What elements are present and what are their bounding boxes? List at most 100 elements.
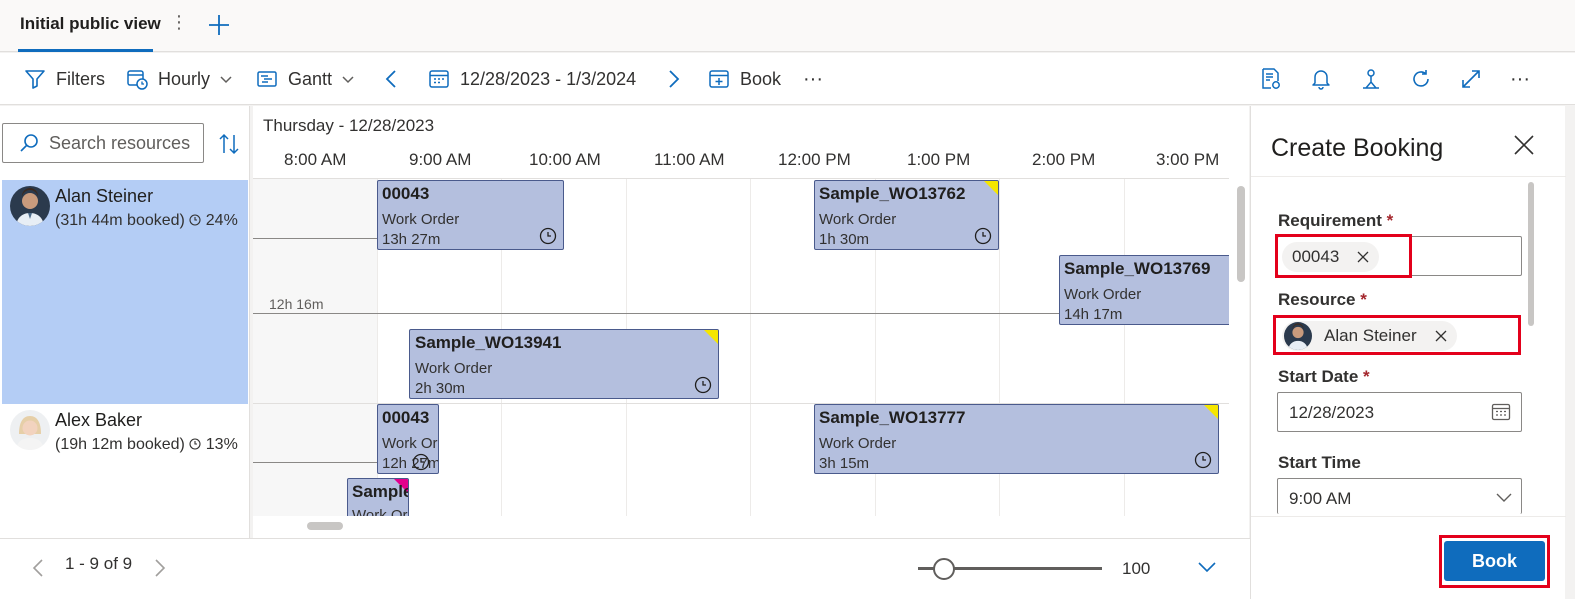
date-range-label: 12/28/2023 - 1/3/2024 [460, 68, 637, 89]
hour-label: 1:00 PM [907, 150, 971, 169]
search-resources-input[interactable]: Search resources [2, 123, 204, 163]
booked-hours: (31h 44m booked) [55, 212, 185, 229]
add-icon[interactable] [206, 12, 232, 38]
scale-dropdown[interactable]: Hourly [126, 53, 244, 105]
gantt-horizontal-scrollbar[interactable] [307, 522, 343, 530]
booking-bar[interactable]: Sample_WO13777 Work Order 3h 15m [814, 404, 1219, 474]
booking-bar[interactable]: 00043 Work Order 13h 27m [377, 180, 564, 250]
booking-duration: 1h 30m [819, 231, 870, 248]
close-icon[interactable] [1513, 134, 1535, 156]
hour-label: 10:00 AM [529, 150, 601, 169]
view-tab-bar: Initial public view ⋮ [0, 0, 1575, 52]
booking-bar[interactable]: Sample Work Or [347, 478, 409, 516]
travel-line [253, 313, 1059, 314]
gantt-vertical-scrollbar[interactable] [1237, 186, 1245, 282]
booking-duration: 14h 17m [1064, 306, 1123, 323]
utilization-percent: 13% [205, 436, 238, 453]
next-range-button[interactable] [664, 53, 692, 105]
requirement-highlight [1275, 234, 1412, 278]
priority-corner-flag [1204, 405, 1218, 419]
start-date-field[interactable]: 12/28/2023 [1277, 392, 1522, 432]
start-time-field[interactable]: 9:00 AM [1277, 478, 1522, 514]
resource-name: Alex Baker [55, 410, 143, 430]
more-icon[interactable]: ··· [1510, 53, 1530, 105]
search-icon [20, 134, 38, 152]
hour-label: 11:00 AM [654, 150, 725, 169]
booking-title: Sample_WO13941 [415, 333, 562, 352]
book-toolbar-label: Book [740, 68, 782, 89]
clock-icon [412, 453, 430, 471]
toolbar: Filters Hourly Gantt 12/28/2023 - 1/3/20… [0, 53, 1575, 105]
sort-icon[interactable] [218, 132, 240, 156]
hour-label: 12:00 PM [778, 150, 851, 169]
booking-bar[interactable]: Sample_WO13769 Work Order 14h 17m [1059, 255, 1229, 325]
book-highlight [1439, 535, 1550, 588]
resource-row-alan-steiner[interactable]: Alan Steiner (31h 44m booked) 24% [2, 180, 248, 404]
resource-highlight [1273, 315, 1521, 355]
hour-label: 8:00 AM [284, 150, 347, 169]
book-add-icon [709, 70, 729, 88]
booking-bar[interactable]: 00043 Work Order 12h 27m [377, 404, 439, 474]
booking-title: Sample_WO13777 [819, 408, 966, 427]
bell-icon[interactable] [1310, 53, 1342, 105]
avatar [10, 186, 50, 226]
chevron-down-icon [220, 76, 232, 84]
resource-list-pane: Search resources Alan Steiner (31h 44m b… [0, 106, 250, 538]
booking-bar[interactable]: Sample_WO13941 Work Order 2h 30m [409, 329, 719, 399]
resource-name: Alan Steiner [55, 186, 154, 206]
booking-duration: 3h 15m [819, 455, 870, 472]
booking-type: Work Order [819, 435, 897, 452]
filter-icon [25, 70, 45, 89]
booking-type: Work Order [1064, 286, 1142, 303]
gantt-grid[interactable]: 12h 16m 00043 Work Order 13h 27m Sample_… [253, 178, 1229, 516]
tab-initial-public-view[interactable]: Initial public view [20, 14, 161, 34]
utilization-percent: 24% [205, 212, 238, 229]
chevron-left-icon[interactable] [30, 557, 46, 579]
board-settings-icon[interactable] [1260, 53, 1292, 105]
filters-button[interactable]: Filters [24, 53, 105, 105]
clock-icon [974, 227, 992, 245]
start-date-value: 12/28/2023 [1289, 403, 1375, 422]
date-heading: Thursday - 12/28/2023 [263, 116, 435, 135]
clock-icon [189, 438, 201, 450]
row-divider [253, 178, 1229, 179]
calendar-icon[interactable] [1491, 402, 1511, 422]
start-time-label: Start Time [1278, 453, 1361, 472]
expand-icon[interactable] [1460, 53, 1492, 105]
hour-gridline [750, 178, 751, 516]
booking-duration: 12h 27m [382, 455, 439, 472]
filters-label: Filters [56, 68, 105, 89]
booked-hours: (19h 12m booked) [55, 436, 185, 453]
tab-more-icon[interactable]: ⋮ [170, 12, 188, 33]
booking-type: Work Order [415, 360, 493, 377]
resource-booked-summary: (19h 12m booked) 13% [55, 436, 238, 454]
booking-title: Sample [352, 482, 409, 501]
resource-row-alex-baker[interactable]: Alex Baker (19h 12m booked) 13% [2, 404, 248, 538]
calendar-icon [429, 70, 449, 88]
booking-title: 00043 [382, 184, 430, 203]
booking-title: Sample_WO13769 [1064, 259, 1211, 278]
avatar [10, 410, 50, 450]
chevron-right-icon[interactable] [152, 557, 168, 579]
refresh-icon[interactable] [1410, 53, 1442, 105]
chevron-down-icon[interactable] [1196, 558, 1218, 576]
scale-label: Hourly [158, 68, 211, 89]
chevron-right-icon [669, 70, 680, 88]
zoom-slider-thumb[interactable] [932, 558, 955, 580]
booking-type: Work Or [352, 507, 408, 516]
previous-range-button[interactable] [383, 53, 411, 105]
booking-type: Work Order [382, 211, 460, 228]
view-dropdown[interactable]: Gantt [256, 53, 366, 105]
book-toolbar-button[interactable]: Book [708, 53, 781, 105]
resource-booked-summary: (31h 44m booked) 24% [55, 212, 238, 230]
chevron-down-icon [342, 76, 354, 84]
panel-scrollbar[interactable] [1528, 182, 1534, 326]
clock-icon [189, 214, 201, 226]
person-pin-icon[interactable] [1360, 53, 1392, 105]
start-time-value: 9:00 AM [1289, 489, 1352, 508]
toolbar-more-icon[interactable]: ··· [803, 53, 823, 105]
booking-bar[interactable]: Sample_WO13762 Work Order 1h 30m [814, 180, 999, 250]
chevron-down-icon[interactable] [1495, 490, 1513, 504]
booking-title: Sample_WO13762 [819, 184, 966, 203]
date-range-picker[interactable]: 12/28/2023 - 1/3/2024 [428, 53, 636, 105]
